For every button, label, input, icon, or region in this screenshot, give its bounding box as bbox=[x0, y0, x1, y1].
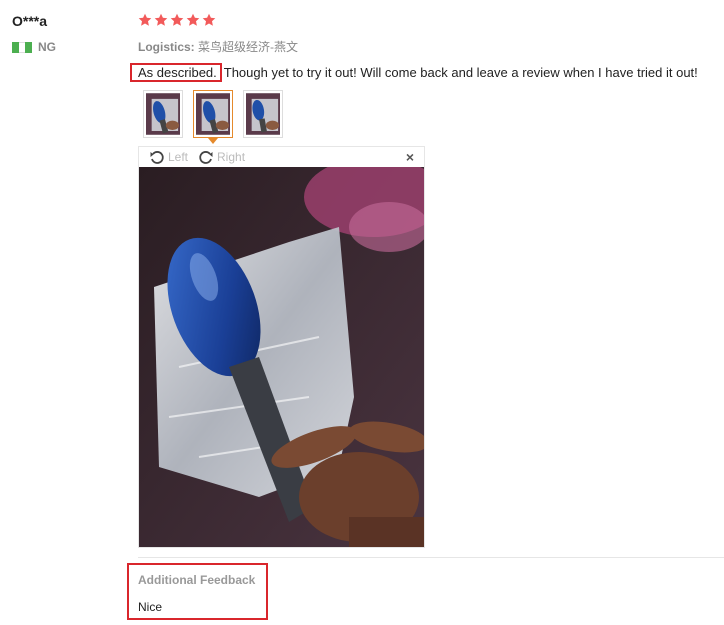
thumbnail-image bbox=[246, 93, 280, 135]
rotate-right-icon bbox=[199, 151, 213, 164]
close-viewer-button[interactable]: × bbox=[406, 149, 414, 165]
section-divider bbox=[138, 557, 724, 558]
rotate-left-label: Left bbox=[168, 150, 189, 164]
star-icon bbox=[186, 13, 200, 26]
star-rating bbox=[138, 13, 216, 27]
review-photo bbox=[139, 167, 424, 547]
star-icon bbox=[138, 13, 152, 26]
photo-thumbnail-3[interactable] bbox=[243, 90, 283, 138]
thumbnail-image bbox=[146, 93, 180, 135]
photo-thumbnail-1[interactable] bbox=[143, 90, 183, 138]
additional-feedback: Additional Feedback Nice bbox=[127, 563, 268, 620]
nigeria-flag-icon bbox=[12, 41, 33, 53]
rotate-right-label: Right bbox=[217, 150, 246, 164]
photo-thumbnail-2[interactable] bbox=[193, 90, 233, 144]
logistics-info: Logistics: 菜鸟超级经济-燕文 bbox=[138, 38, 298, 55]
review-text: As described. Though yet to try it out! W… bbox=[130, 63, 698, 82]
review-body: Though yet to try it out! Will come back… bbox=[223, 65, 698, 80]
reviewer-country: NG bbox=[12, 40, 56, 54]
active-thumbnail-caret-icon bbox=[208, 138, 218, 144]
rotate-right-button[interactable]: Right bbox=[198, 149, 245, 165]
logistics-label: Logistics: bbox=[138, 40, 195, 54]
reviewer-name: O***a bbox=[12, 13, 48, 29]
thumbnail-image bbox=[196, 93, 230, 135]
country-code: NG bbox=[38, 40, 56, 54]
rotate-left-button[interactable]: Left bbox=[149, 149, 188, 165]
star-icon bbox=[154, 13, 168, 26]
additional-feedback-text: Nice bbox=[138, 600, 163, 614]
review-highlight: As described. bbox=[130, 63, 222, 82]
photo-thumbnails bbox=[143, 90, 283, 144]
additional-feedback-title: Additional Feedback bbox=[138, 573, 256, 587]
logistics-value: 菜鸟超级经济-燕文 bbox=[198, 40, 299, 54]
rotate-left-icon bbox=[150, 151, 164, 164]
image-viewer: Left Right × bbox=[138, 146, 425, 548]
star-icon bbox=[170, 13, 184, 26]
star-icon bbox=[202, 13, 216, 26]
viewer-toolbar: Left Right × bbox=[139, 147, 424, 167]
